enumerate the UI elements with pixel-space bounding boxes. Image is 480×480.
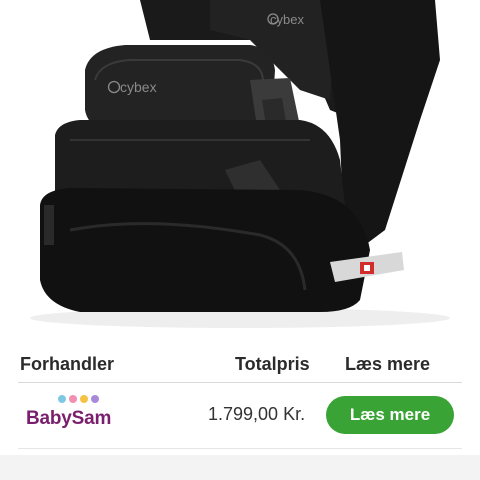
brand-mark-cushion: cybex [120, 79, 157, 95]
logo-dot [69, 395, 77, 403]
logo-dot [58, 395, 66, 403]
table-header: Forhandler Totalpris Læs mere [18, 345, 462, 383]
read-more-button[interactable]: Læs mere [326, 396, 454, 434]
logo-dot [80, 395, 88, 403]
header-total-price: Totalpris [235, 354, 310, 374]
total-price: 1.799,00 Kr. [208, 404, 306, 424]
product-image: cybex cybex [0, 0, 480, 335]
dealer-name: BabySam [26, 408, 112, 429]
header-read-more: Læs mere [345, 354, 431, 374]
logo-dots [58, 395, 102, 403]
dealer-table: Forhandler Totalpris Læs mere BabySam 1.… [18, 345, 462, 449]
header-dealer: Forhandler [20, 354, 115, 374]
logo-dot [91, 395, 99, 403]
car-seat-illustration: cybex cybex [30, 0, 450, 328]
dealer-logo-babysam[interactable]: BabySam [26, 395, 116, 439]
bottom-divider [0, 455, 480, 480]
table-row: BabySam 1.799,00 Kr. Læs mere [18, 383, 462, 449]
